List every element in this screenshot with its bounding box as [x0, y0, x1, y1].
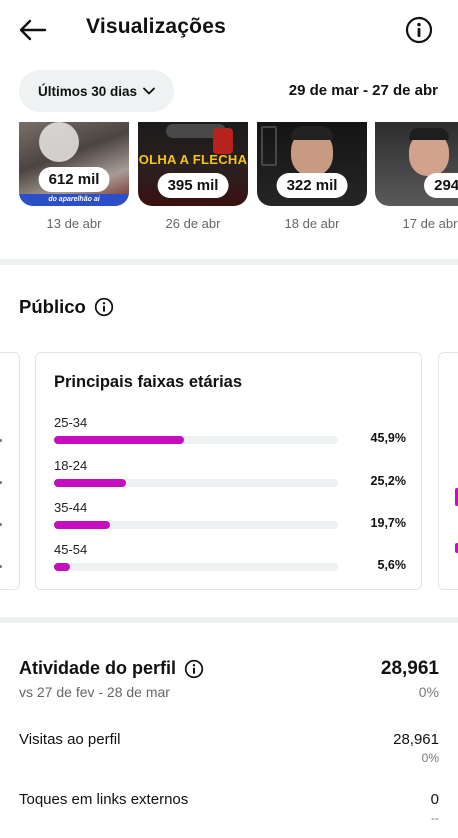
period-dropdown[interactable]: Últimos 30 dias	[19, 70, 174, 112]
metric-value: 0	[430, 791, 439, 808]
info-button[interactable]	[404, 15, 434, 45]
metric-label: Toques em links externos	[19, 791, 189, 808]
thumbnail-caption: do aparelhão ai	[48, 196, 100, 203]
period-label: Últimos 30 dias	[37, 83, 138, 99]
partial-content	[0, 565, 2, 568]
top-content-strip: do aparelhão ai 612 mil 13 de abr OLHA A…	[0, 122, 458, 240]
age-range-bar	[54, 521, 110, 529]
info-icon[interactable]	[94, 297, 114, 317]
profile-activity-heading: Atividade do perfil	[19, 658, 439, 679]
total-change: 0%	[418, 684, 439, 700]
metric-value: 28,961	[393, 731, 439, 748]
section-divider	[0, 617, 458, 623]
metric-label: Visitas ao perfil	[19, 731, 121, 748]
age-range-row: 25-34 45,9%	[54, 415, 406, 455]
content-thumbnail: do aparelhão ai 612 mil	[19, 122, 129, 206]
age-range-bar	[54, 563, 70, 571]
age-range-label: 25-34	[54, 415, 88, 430]
age-range-percent: 19,7%	[370, 516, 406, 530]
top-app-bar: Visualizações	[0, 0, 458, 60]
age-range-percent: 5,6%	[377, 558, 407, 572]
chevron-down-icon	[143, 87, 155, 95]
metric-row[interactable]: Toques em links externos 0 --	[19, 791, 439, 825]
content-item[interactable]: 294 mil 17 de abr	[375, 122, 458, 231]
metric-change: --	[431, 811, 439, 825]
age-range-track	[54, 479, 338, 487]
arrow-left-icon	[19, 19, 47, 41]
age-range-row: 45-54 5,6%	[54, 542, 406, 582]
age-range-track	[54, 521, 338, 529]
profile-activity-total: 28,961 0%	[381, 658, 439, 700]
filter-row: Últimos 30 dias 29 de mar - 27 de abr	[0, 70, 458, 112]
age-range-bar	[54, 436, 185, 444]
age-card-title: Principais faixas etárias	[54, 373, 243, 391]
content-thumbnail: 322 mil	[257, 122, 367, 206]
content-item[interactable]: 322 mil 18 de abr	[257, 122, 367, 231]
profile-activity-title: Atividade do perfil	[19, 658, 177, 678]
back-button[interactable]	[16, 14, 50, 46]
age-range-bar	[54, 479, 126, 487]
thumbnail-caption: OLHA A FLECHA	[138, 152, 248, 167]
comparison-period: vs 27 de fev - 28 de mar	[19, 684, 170, 700]
info-icon[interactable]	[184, 659, 204, 679]
partial-content	[0, 523, 2, 526]
metric-values: 28,961 0%	[393, 731, 439, 765]
total-value: 28,961	[380, 658, 439, 679]
age-range-label: 35-44	[54, 500, 88, 515]
age-range-label: 45-54	[54, 542, 88, 557]
content-date: 18 de abr	[284, 216, 340, 231]
date-range: 29 de mar - 27 de abr	[288, 82, 438, 99]
views-badge: 322 mil	[276, 173, 348, 198]
info-icon	[405, 16, 433, 44]
metric-change: 0%	[421, 751, 439, 765]
content-date: 13 de abr	[46, 216, 102, 231]
content-thumbnail: OLHA A FLECHA 395 mil	[138, 122, 248, 206]
audience-card-previous[interactable]	[0, 352, 20, 590]
content-item[interactable]: OLHA A FLECHA 395 mil 26 de abr	[138, 122, 248, 231]
audience-section-title: Público	[19, 296, 114, 318]
content-item[interactable]: do aparelhão ai 612 mil 13 de abr	[19, 122, 129, 231]
age-range-percent: 25,2%	[370, 474, 406, 488]
age-range-row: 18-24 25,2%	[54, 458, 406, 498]
age-range-label: 18-24	[54, 458, 88, 473]
partial-content	[0, 481, 2, 484]
views-badge: 612 mil	[38, 167, 110, 192]
audience-card-next[interactable]	[438, 352, 458, 590]
age-range-percent: 45,9%	[370, 431, 406, 445]
age-range-track	[54, 436, 338, 444]
metric-values: 0 --	[431, 791, 439, 825]
profile-activity-summary: Atividade do perfil vs 27 de fev - 28 de…	[19, 658, 439, 700]
content-thumbnail: 294 mil	[375, 122, 458, 206]
views-badge: 294 mil	[424, 173, 458, 198]
metric-row[interactable]: Visitas ao perfil 28,961 0%	[19, 731, 439, 765]
age-range-track	[54, 563, 338, 571]
partial-content	[0, 439, 2, 442]
age-range-row: 35-44 19,7%	[54, 500, 406, 540]
age-range-card: Principais faixas etárias 25-34 45,9% 18…	[35, 352, 422, 590]
views-badge: 395 mil	[157, 173, 229, 198]
page-title: Visualizações	[86, 15, 226, 38]
content-date: 17 de abr	[402, 216, 458, 231]
audience-title: Público	[19, 296, 86, 317]
content-date: 26 de abr	[165, 216, 221, 231]
section-divider	[0, 259, 458, 265]
